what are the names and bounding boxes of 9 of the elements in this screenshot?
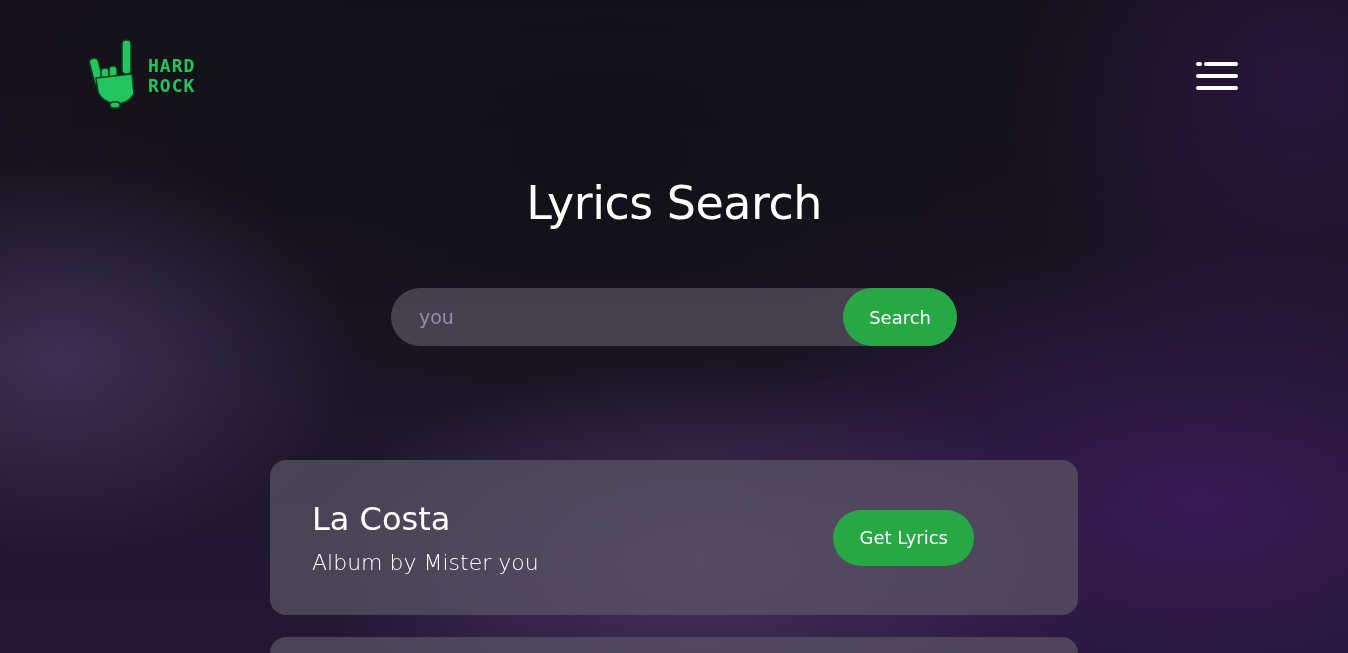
search-field[interactable]: you Search: [391, 288, 957, 346]
menu-button[interactable]: [1196, 61, 1238, 91]
menu-icon: [1196, 61, 1238, 91]
get-lyrics-button[interactable]: Get Lyrics: [833, 509, 974, 566]
song-title: La Costa: [312, 500, 452, 538]
page-title: Lyrics Search: [526, 176, 822, 230]
search-button[interactable]: Search: [843, 288, 957, 346]
song-artist: Album by Mister you: [312, 550, 539, 575]
logo[interactable]: HARD ROCK: [88, 38, 196, 114]
